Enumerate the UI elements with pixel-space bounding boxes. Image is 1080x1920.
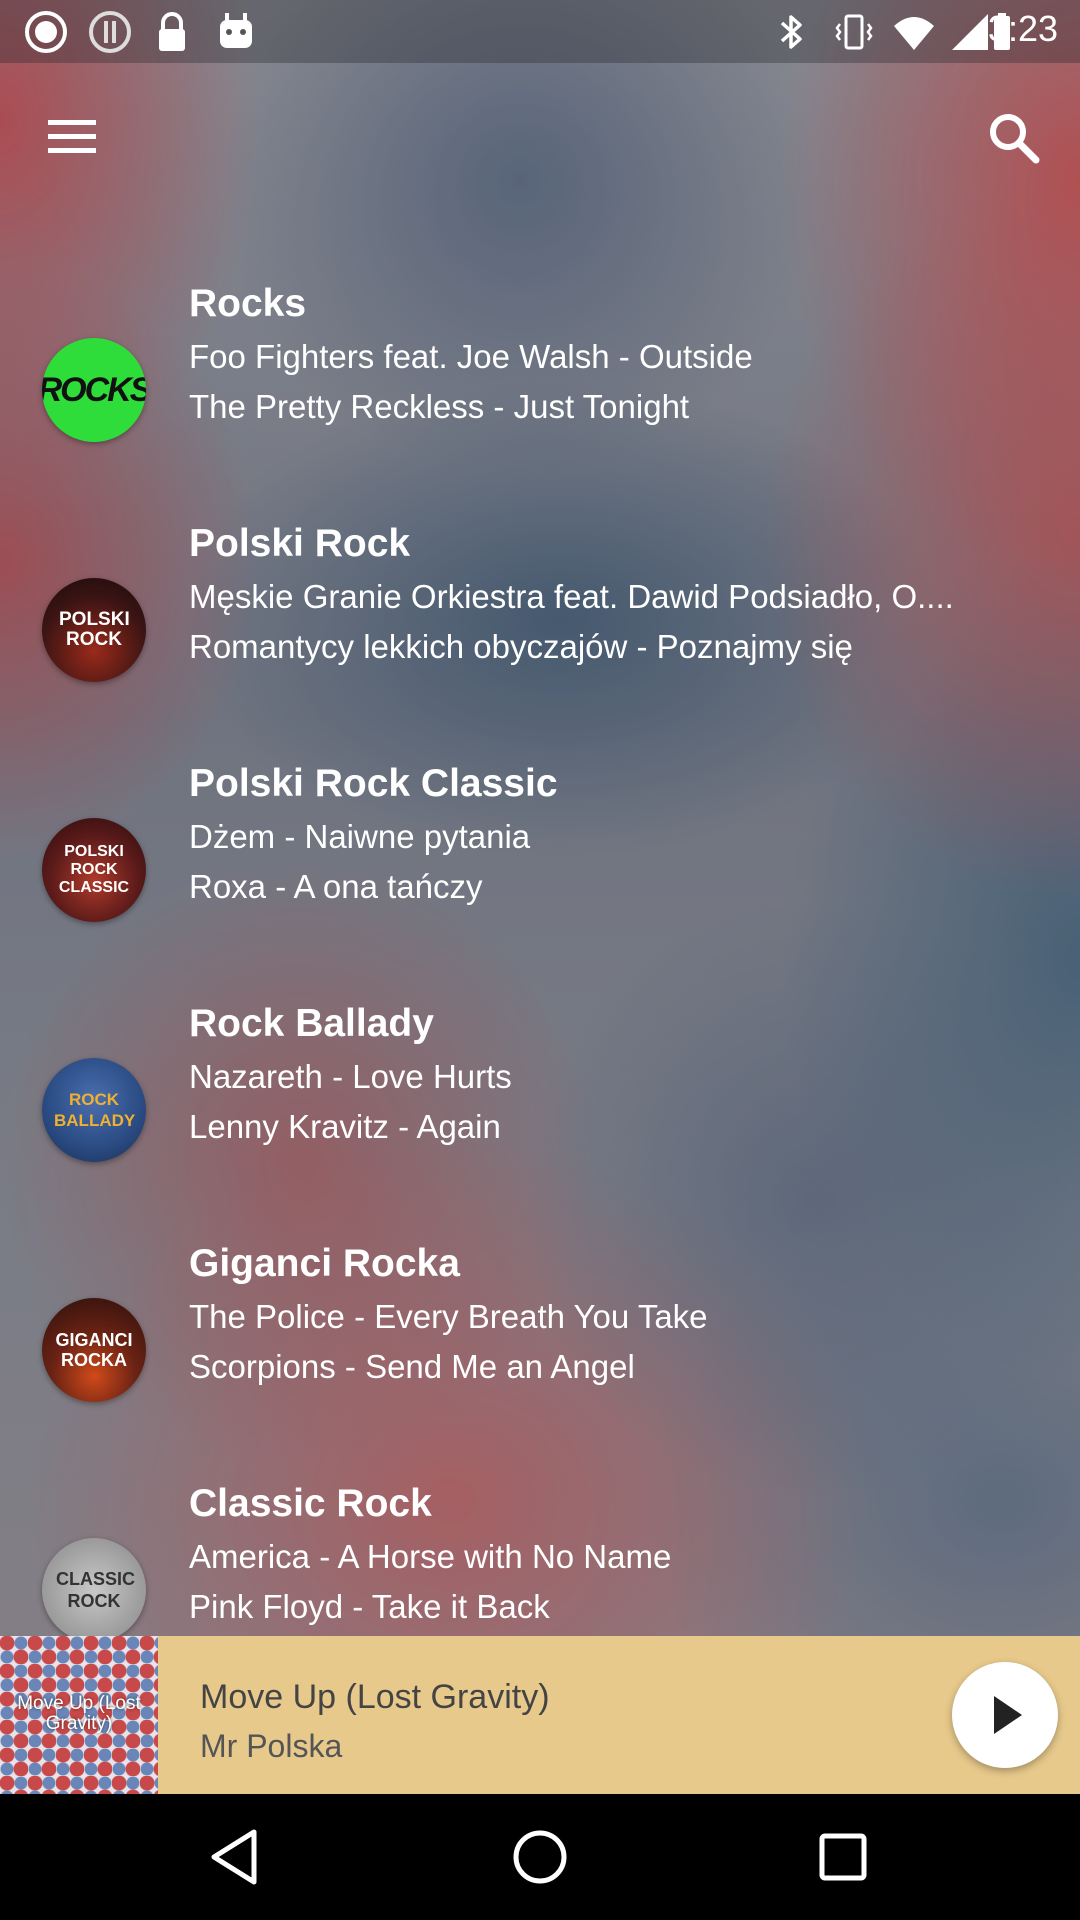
station-track-next: Roxa - A ona tańczy [189,868,483,905]
station-logo-rocks: ROCKS [42,338,146,442]
station-item-polski-rock[interactable]: POLSKI ROCK Polski Rock Męskie Granie Or… [0,522,1080,762]
station-logo-text: POLSKI ROCK CLASSIC [58,843,130,896]
signal-icon [948,10,992,54]
menu-button[interactable] [40,110,104,162]
status-bar: 3:23 [0,0,1080,63]
station-logo-rock-ballady: ROCK BALLADY [42,1058,146,1162]
station-track-current: America - A Horse with No Name [189,1538,672,1575]
alert-icon [88,10,132,54]
search-icon [990,114,1040,164]
station-logo-text: ROCK BALLADY [54,1090,136,1130]
now-playing-bar[interactable]: Move Up (Lost Gravity) Move Up (Lost Gra… [0,1636,1080,1794]
station-track-current: Foo Fighters feat. Joe Walsh - Outside [189,338,753,375]
lock-icon [150,10,194,54]
station-logo-polski-rock: POLSKI ROCK [42,578,146,682]
station-item-polski-rock-classic[interactable]: POLSKI ROCK CLASSIC Polski Rock Classic … [0,762,1080,1002]
now-playing-title: Move Up (Lost Gravity) [200,1678,550,1716]
station-item-rock-ballady[interactable]: ROCK BALLADY Rock Ballady Nazareth - Lov… [0,1002,1080,1242]
clock: 3:23 [987,8,1058,49]
back-icon [211,1829,257,1885]
menu-icon [48,120,96,153]
station-track-next: The Pretty Reckless - Just Tonight [189,388,690,425]
station-track-next: Pink Floyd - Take it Back [189,1588,550,1625]
play-icon [994,1696,1022,1734]
play-button[interactable] [952,1662,1058,1768]
station-logo-text: GIGANCI ROCKA [55,1330,133,1370]
station-name: Giganci Rocka [189,1242,460,1285]
station-name: Polski Rock [189,522,411,565]
station-logo-polski-rock-classic: POLSKI ROCK CLASSIC [42,818,146,922]
station-item-giganci-rocka[interactable]: GIGANCI ROCKA Giganci Rocka The Police -… [0,1242,1080,1482]
home-button[interactable] [507,1824,573,1890]
now-playing-artist: Mr Polska [200,1728,343,1764]
station-name: Polski Rock Classic [189,762,558,805]
station-name: Rock Ballady [189,1002,434,1045]
station-name: Classic Rock [189,1482,432,1525]
album-art: Move Up (Lost Gravity) [0,1636,158,1794]
station-track-current: The Police - Every Breath You Take [189,1298,708,1335]
recents-button[interactable] [810,1824,876,1890]
station-track-next: Lenny Kravitz - Again [189,1108,501,1145]
station-logo-classic-rock: CLASSIC ROCK [42,1538,146,1642]
station-logo-text: ROCKS [42,370,146,409]
station-logo-text: POLSKI ROCK [59,609,130,650]
app-screen: 3:23 ROCKS Rocks Foo Fighters feat. Joe … [0,0,1080,1920]
station-track-next: Romantycy lekkich obyczajów - Poznajmy s… [189,628,853,665]
station-track-next: Scorpions - Send Me an Angel [189,1348,635,1385]
bluetooth-icon [770,10,814,54]
recents-icon [819,1833,867,1881]
station-logo-text: CLASSIC ROCK [56,1569,136,1611]
station-track-current: Męskie Granie Orkiestra feat. Dawid Pods… [189,578,954,615]
record-icon [24,10,68,54]
home-icon [513,1830,567,1884]
vibrate-icon [832,10,876,54]
station-track-current: Nazareth - Love Hurts [189,1058,512,1095]
search-button[interactable] [982,106,1046,170]
station-logo-giganci-rocka: GIGANCI ROCKA [42,1298,146,1402]
album-art-text: Move Up (Lost Gravity) [17,1693,141,1734]
wifi-icon [892,10,936,54]
back-button[interactable] [204,1824,270,1890]
station-name: Rocks [189,282,307,325]
station-item-rocks[interactable]: ROCKS Rocks Foo Fighters feat. Joe Walsh… [0,282,1080,522]
android-icon [214,10,258,54]
station-track-current: Dżem - Naiwne pytania [189,818,531,855]
system-nav-bar [0,1794,1080,1920]
